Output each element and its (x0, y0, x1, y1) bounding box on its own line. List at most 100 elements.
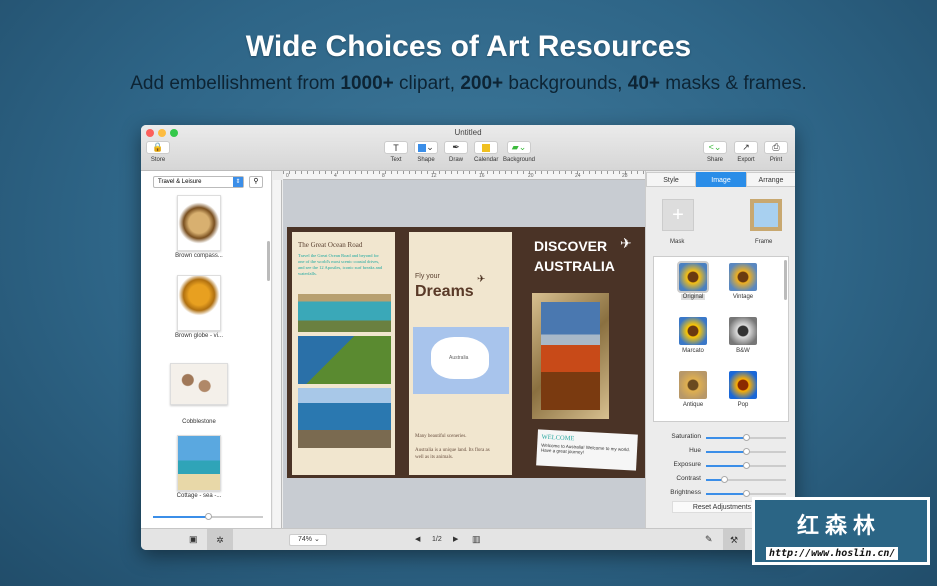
scrollbar[interactable] (267, 241, 270, 281)
cobblestone-image (170, 363, 228, 405)
brochure[interactable]: The Great Ocean Road Travel the Great Oc… (287, 227, 645, 478)
frame-label: Frame (755, 239, 773, 245)
gold-frame[interactable] (532, 293, 609, 419)
shape-icon: ⌄ (414, 141, 438, 154)
clipart-gear-icon[interactable]: ✲ (207, 529, 233, 550)
inspector-panel: Style Image Arrange + Mask Frame Origina… (645, 171, 795, 528)
export-button[interactable]: ↗ Export (734, 141, 758, 163)
slider-track[interactable] (706, 490, 786, 497)
book-icon[interactable]: ▥ (472, 534, 481, 545)
image-icon[interactable]: ▣ (189, 534, 198, 545)
slider-track[interactable] (706, 476, 786, 483)
filter-pop[interactable]: Pop (721, 371, 765, 408)
slider-knob[interactable] (720, 476, 728, 483)
caption: Australia is a unique land. Its flora as… (415, 448, 490, 460)
dreams-text: Dreams (415, 283, 474, 300)
shape-button[interactable]: ⌄ Shape (414, 141, 438, 163)
slider-contrast[interactable]: Contrast (654, 475, 789, 485)
slider-fill (706, 493, 746, 495)
slider-knob[interactable] (205, 513, 212, 520)
filter-original[interactable]: Original (671, 261, 715, 300)
label: Shape (417, 157, 435, 163)
sub-text: clipart, (393, 73, 461, 94)
clipart-item[interactable]: Cobblestone (170, 363, 228, 425)
mask-button[interactable]: + (662, 199, 694, 231)
filter-label: Original (680, 294, 706, 300)
uluru-photo[interactable] (541, 302, 600, 410)
thumbnail-size-slider[interactable] (153, 513, 263, 520)
label: Print (769, 157, 783, 163)
plus-icon: + (672, 204, 684, 226)
tools-icon[interactable]: ⚒ (723, 529, 745, 550)
zoom-select[interactable]: 74% ⌄ (289, 534, 327, 546)
export-icon: ↗ (734, 141, 758, 154)
ruler-tick: 12 (431, 173, 437, 179)
ruler-tick: 20 (528, 173, 534, 179)
title-bar: Untitled 🔒 Store T Text ⌄ Shape ✒ Draw Calen… (141, 125, 795, 171)
brochure-panel-1[interactable]: The Great Ocean Road Travel the Great Oc… (292, 232, 395, 475)
filter-label: B&W (736, 348, 750, 354)
sub-bold: 1000+ (340, 73, 394, 94)
australia-map[interactable]: Australia (413, 327, 509, 394)
clipart-item[interactable]: Brown globe - vi... (175, 275, 223, 339)
filter-bw[interactable]: B&W (721, 317, 765, 354)
category-value: Travel & Leisure (158, 179, 202, 185)
label: Export (737, 157, 755, 163)
ruler-tick: 0 (286, 173, 289, 179)
sub-bold: 200+ (460, 73, 504, 94)
sunflower-thumb (679, 371, 707, 399)
slider-track[interactable] (706, 434, 786, 441)
filter-marcato[interactable]: Marcato (671, 317, 715, 354)
coast-photo[interactable] (298, 294, 391, 332)
coast-photo[interactable] (298, 336, 391, 384)
label: Calendar (474, 157, 499, 163)
search-button[interactable]: ⚲ (249, 176, 263, 188)
slider-knob[interactable] (743, 434, 750, 441)
clipart-item[interactable]: Brown compass... (175, 195, 223, 259)
tab-image[interactable]: Image (696, 172, 746, 187)
brochure-panel-2[interactable]: Fly your Dreams ✈ Australia Many beautif… (409, 232, 512, 475)
slider-knob[interactable] (743, 462, 750, 469)
store-button[interactable]: 🔒 Store (146, 141, 170, 163)
slider-exposure[interactable]: Exposure (654, 461, 789, 471)
title-line: DISCOVER (534, 238, 608, 254)
printer-icon: ⎙ (764, 141, 788, 154)
background-button[interactable]: ▰⌄ Background (503, 141, 535, 163)
clipart-item[interactable]: Cottage - sea -... (175, 435, 223, 499)
apostles-photo[interactable] (298, 388, 391, 448)
chevron-updown-icon: ⇕ (233, 177, 243, 187)
tab-style[interactable]: Style (646, 172, 696, 187)
fly-text: Fly your (415, 273, 440, 280)
ruler-tick: 4 (334, 173, 337, 179)
edit-icon[interactable]: ✎ (705, 534, 713, 545)
slider-label: Hue (689, 447, 701, 454)
clipart-panel: Travel & Leisure ⇕ ⚲ Brown compass... Bro… (141, 171, 272, 528)
slider-knob[interactable] (743, 448, 750, 455)
filter-antique[interactable]: Antique (671, 371, 715, 408)
welcome-note[interactable]: WELCOME Welcome to Australia! Welcome to… (536, 429, 638, 471)
slider-track[interactable] (706, 448, 786, 455)
calendar-button[interactable]: Calendar (474, 141, 498, 163)
slider-knob[interactable] (743, 490, 750, 497)
slider-track[interactable] (706, 462, 786, 469)
frame-button[interactable] (750, 199, 782, 231)
next-page-icon[interactable]: ▶ (453, 535, 458, 543)
share-button[interactable]: <⌄ Share (703, 141, 727, 163)
filter-vintage[interactable]: Vintage (721, 263, 765, 300)
zoom-value: 74% (298, 536, 313, 543)
print-button[interactable]: ⎙ Print (764, 141, 788, 163)
tab-arrange[interactable]: Arrange (746, 172, 795, 187)
slider-hue[interactable]: Hue (654, 447, 789, 457)
draw-button[interactable]: ✒ Draw (444, 141, 468, 163)
sub-bold: 40+ (627, 73, 660, 94)
scrollbar[interactable] (784, 260, 787, 300)
welcome-body: Welcome to Australia! Welcome to my worl… (540, 442, 631, 455)
sunflower-thumb (677, 261, 709, 293)
prev-page-icon[interactable]: ◀ (415, 535, 420, 543)
filter-grid: Original Vintage Marcato B&W Antique Pop (653, 256, 789, 422)
canvas[interactable]: The Great Ocean Road Travel the Great Oc… (283, 180, 645, 528)
text-button[interactable]: T Text (384, 141, 408, 163)
category-select[interactable]: Travel & Leisure ⇕ (153, 176, 244, 188)
clipart-label: Brown compass... (175, 253, 223, 259)
slider-saturation[interactable]: Saturation (654, 433, 789, 443)
